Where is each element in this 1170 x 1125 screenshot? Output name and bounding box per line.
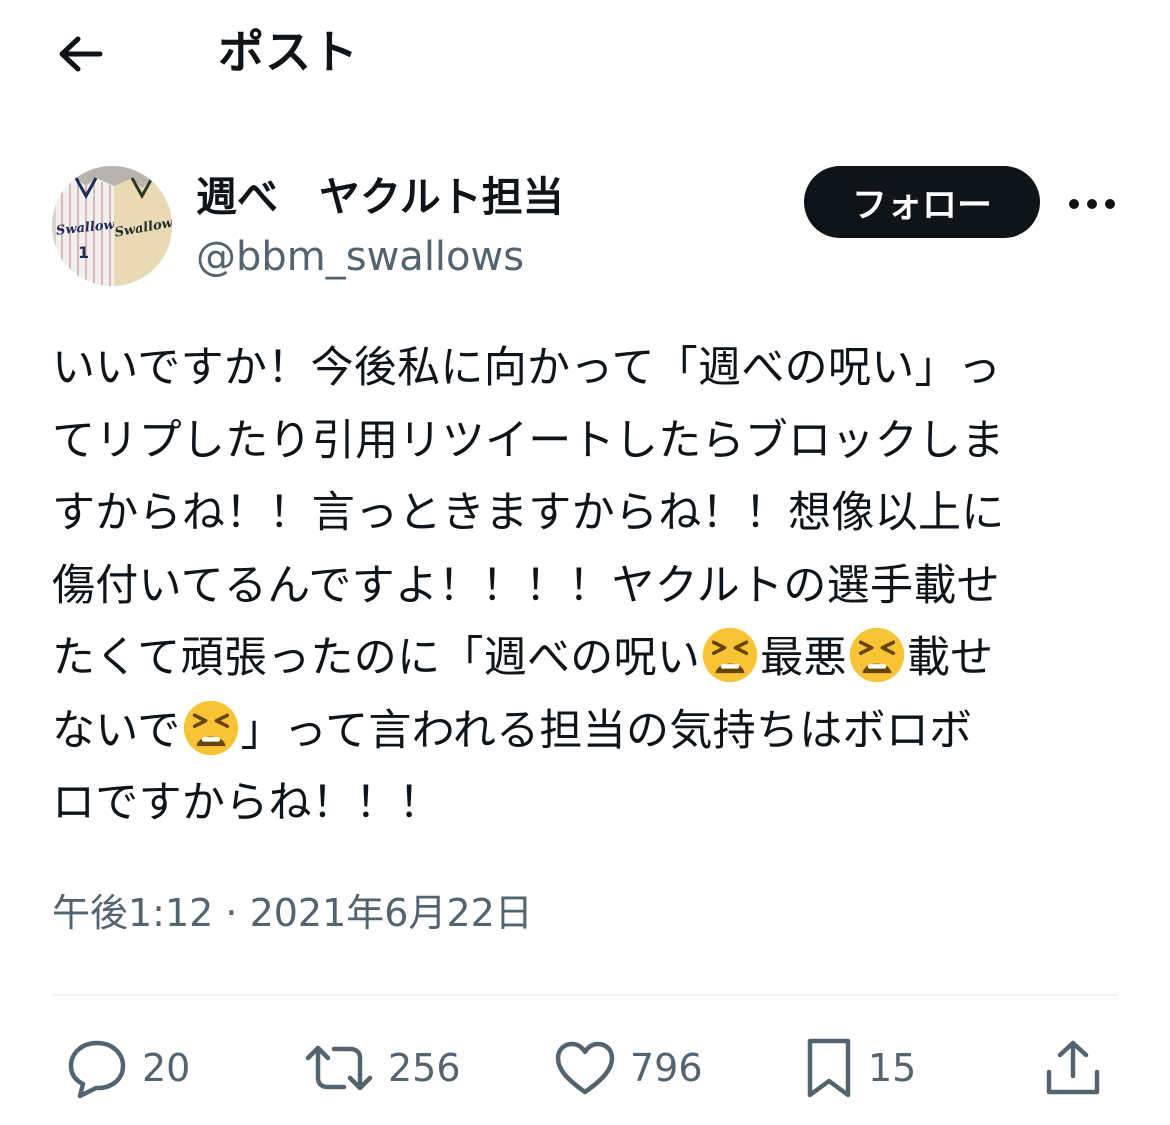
post-detail-page: ポスト Swallows 1 Swallows 週べ ヤクルト担当 @bbm_s…	[0, 0, 1170, 1125]
tweet-text: いいですか！今後私に向かって「週べの呪い」っ てリプしたり引用リツイートしたらブロ…	[52, 332, 1112, 840]
reply-button[interactable]: 20	[66, 1036, 190, 1100]
repost-button[interactable]: 256	[304, 1036, 461, 1100]
tweet-text-segment: 載せ	[906, 633, 994, 683]
arrow-left-icon	[59, 36, 103, 72]
more-horizontal-icon	[1069, 199, 1115, 209]
tweet-text-segment: 傷付いてるんですよ！！！！ヤクルトの選手載せ	[52, 560, 1000, 611]
like-count: 796	[630, 1046, 703, 1090]
tweet-text-segment: すからね！！言っときますからね！！想像以上に	[52, 488, 1005, 538]
tweet-line: ロですからね！！！	[52, 767, 1112, 840]
like-button[interactable]: 796	[554, 1036, 703, 1100]
page-title: ポスト	[218, 25, 359, 79]
tweet-line: 傷付いてるんですよ！！！！ヤクルトの選手載せ	[52, 550, 1112, 623]
tweet-line: たくて頑張ったのに「週べの呪い 最悪 載せ	[52, 622, 1112, 695]
more-options-button[interactable]	[1062, 182, 1122, 226]
reply-icon	[68, 1040, 126, 1099]
avatar-jerseys-image: Swallows 1 Swallows	[52, 166, 172, 286]
tweet-text-segment: てリプしたり引用リツイートしたらブロックしま	[52, 415, 1005, 466]
tweet-text-segment: ロですからね！！！	[52, 778, 442, 828]
bookmark-count: 15	[868, 1046, 917, 1090]
share-button[interactable]	[1044, 1036, 1102, 1100]
tweet-line: てリプしたり引用リツイートしたらブロックしま	[52, 405, 1112, 478]
tweet-text-segment: 」って言われる担当の気持ちはボロボ	[240, 705, 973, 756]
tweet-text-segment: たくて頑張ったのに「週べの呪い	[52, 633, 701, 683]
share-icon	[1046, 1040, 1100, 1095]
tired-face-emoji-icon	[183, 700, 238, 755]
bookmark-button[interactable]: 15	[804, 1036, 916, 1100]
tweet-text-segment: ないで	[52, 705, 181, 756]
avatar[interactable]: Swallows 1 Swallows	[52, 166, 172, 286]
tired-face-emoji-icon	[703, 627, 758, 683]
heart-icon	[555, 1041, 615, 1095]
author-handle[interactable]: @bbm_swallows	[196, 230, 524, 284]
bookmark-icon	[807, 1038, 851, 1098]
tweet-line: すからね！！言っときますからね！！想像以上に	[52, 477, 1112, 550]
tweet-line: いいですか！今後私に向かって「週べの呪い」っ	[52, 332, 1112, 405]
tweet-text-segment: いいですか！今後私に向かって「週べの呪い」っ	[52, 343, 1002, 393]
divider	[52, 994, 1118, 996]
repost-count: 256	[388, 1046, 461, 1090]
tweet-text-segment: 最悪	[760, 633, 847, 683]
follow-button[interactable]: フォロー	[804, 166, 1040, 238]
post-timestamp[interactable]: 午後1:12 · 2021年6月22日	[52, 888, 533, 938]
author-display-name[interactable]: 週べ ヤクルト担当	[196, 170, 564, 224]
reply-count: 20	[142, 1046, 191, 1090]
avatar-jersey-number: 1	[78, 243, 89, 262]
back-button[interactable]	[52, 26, 108, 82]
repost-icon	[305, 1045, 373, 1091]
tired-face-emoji-icon	[849, 627, 905, 683]
tweet-line: ないで 」って言われる担当の気持ちはボロボ	[52, 695, 1112, 768]
